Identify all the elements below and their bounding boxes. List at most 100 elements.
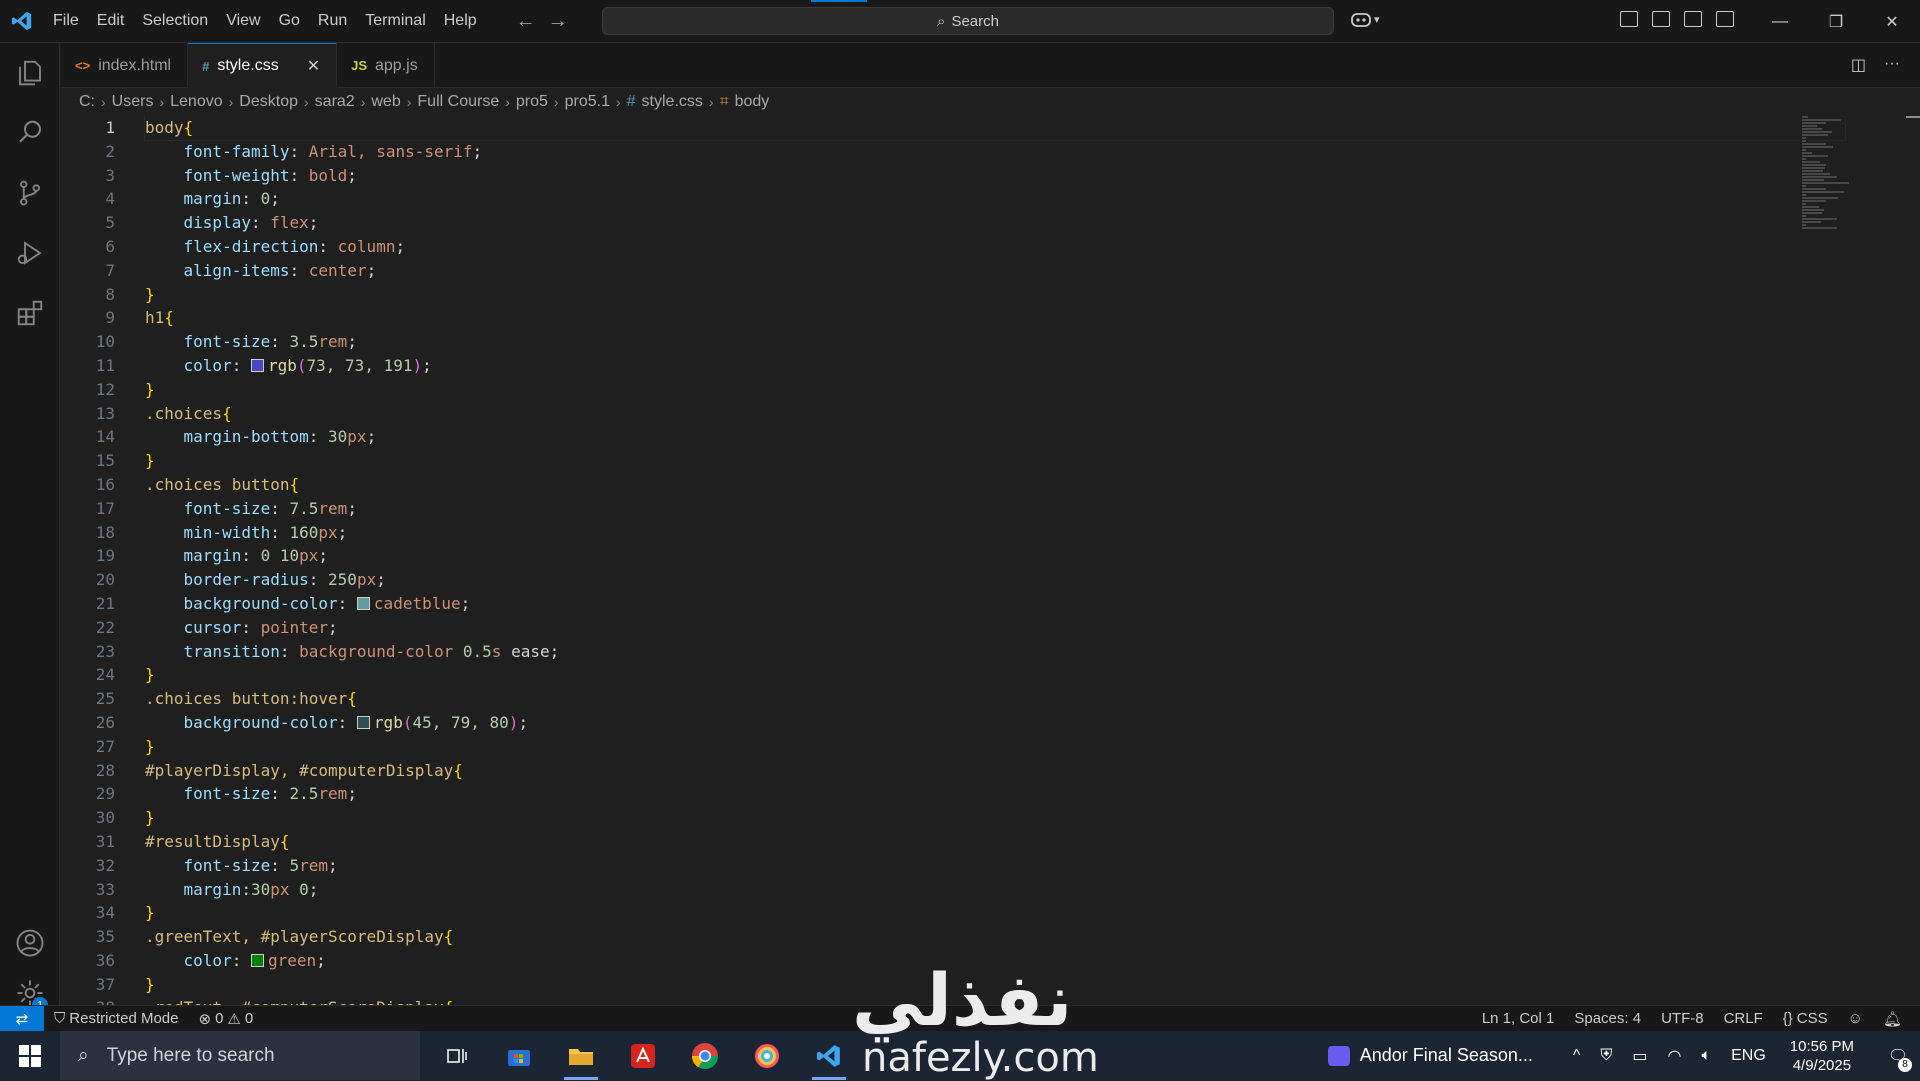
code-line[interactable]: background-color: cadetblue; bbox=[145, 592, 1845, 616]
taskbar-search-box[interactable]: ⌕ Type here to search bbox=[60, 1031, 420, 1080]
restricted-mode-indicator[interactable]: ⛉ Restricted Mode bbox=[44, 1010, 188, 1027]
code-line[interactable]: margin: 0; bbox=[145, 187, 1845, 211]
command-center-search[interactable]: ⌕ Search bbox=[602, 7, 1334, 35]
code-line[interactable]: #playerDisplay, #computerDisplay{ bbox=[145, 759, 1845, 783]
code-line[interactable]: margin-bottom: 30px; bbox=[145, 425, 1845, 449]
show-hidden-icons-chevron-icon[interactable]: ^ bbox=[1563, 1047, 1591, 1065]
code-line[interactable]: cursor: pointer; bbox=[145, 616, 1845, 640]
notifications-center-icon[interactable]: 🗨︎ 8 bbox=[1876, 1046, 1920, 1072]
explorer-icon[interactable] bbox=[0, 43, 60, 103]
close-tab-icon[interactable]: ✕ bbox=[307, 56, 320, 76]
media-widget[interactable]: Andor Final Season... bbox=[1327, 1045, 1533, 1066]
encoding[interactable]: UTF-8 bbox=[1651, 1010, 1714, 1028]
code-line[interactable]: flex-direction: column; bbox=[145, 235, 1845, 259]
breadcrumb-item[interactable]: web bbox=[371, 93, 400, 111]
code-line[interactable]: display: flex; bbox=[145, 211, 1845, 235]
menu-run[interactable]: Run bbox=[309, 12, 356, 30]
menu-help[interactable]: Help bbox=[435, 12, 486, 30]
color-swatch[interactable] bbox=[356, 715, 370, 729]
copilot-status-icon[interactable]: ☺ bbox=[1838, 1010, 1873, 1028]
code-line[interactable]: font-size: 3.5rem; bbox=[145, 330, 1845, 354]
run-debug-icon[interactable] bbox=[0, 223, 60, 283]
breadcrumb-item[interactable]: sara2 bbox=[315, 93, 355, 111]
close-window-button[interactable]: ✕ bbox=[1864, 0, 1920, 43]
taskbar-clock[interactable]: 10:56 PM 4/9/2025 bbox=[1790, 1037, 1854, 1075]
file-explorer-icon[interactable] bbox=[550, 1031, 612, 1080]
code-line[interactable]: #resultDisplay{ bbox=[145, 830, 1845, 854]
tab-app-js[interactable]: JS app.js bbox=[337, 43, 435, 88]
restore-button[interactable]: ❐ bbox=[1808, 0, 1864, 43]
code-line[interactable]: .choices button{ bbox=[145, 473, 1845, 497]
tab-index-html[interactable]: <> index.html bbox=[61, 43, 189, 88]
code-line[interactable]: min-width: 160px; bbox=[145, 521, 1845, 545]
more-actions-icon[interactable]: ··· bbox=[1884, 55, 1900, 75]
vscode-taskbar-icon[interactable] bbox=[798, 1031, 860, 1080]
code-line[interactable]: body{ bbox=[144, 116, 1846, 141]
volume-icon[interactable]: 🔈︎ bbox=[1692, 1047, 1722, 1065]
code-content[interactable]: body{ font-family: Arial, sans-serif; fo… bbox=[144, 116, 1846, 1005]
acrobat-icon[interactable] bbox=[612, 1031, 674, 1080]
minimize-button[interactable]: — bbox=[1752, 0, 1808, 43]
minimap[interactable] bbox=[1802, 116, 1850, 229]
breadcrumb-item[interactable]: pro5.1 bbox=[565, 93, 610, 111]
code-line[interactable]: h1{ bbox=[145, 306, 1845, 330]
code-line[interactable]: } bbox=[145, 806, 1845, 830]
language-mode[interactable]: {} CSS bbox=[1773, 1010, 1838, 1028]
menu-selection[interactable]: Selection bbox=[133, 12, 217, 30]
problems-indicator[interactable]: ⊗ 0 ⚠ 0 bbox=[188, 1010, 263, 1028]
photos-icon[interactable] bbox=[736, 1031, 798, 1080]
code-line[interactable]: margin:30px 0; bbox=[145, 878, 1845, 902]
code-line[interactable]: font-weight: bold; bbox=[145, 164, 1845, 188]
menu-file[interactable]: File bbox=[44, 12, 88, 30]
notifications-bell-icon[interactable]: 🔔︎ bbox=[1873, 1010, 1912, 1028]
color-swatch[interactable] bbox=[250, 358, 264, 372]
code-line[interactable]: } bbox=[145, 735, 1845, 759]
back-arrow-icon[interactable]: ← bbox=[516, 10, 536, 33]
code-line[interactable]: background-color: rgb(45, 79, 80); bbox=[145, 711, 1845, 735]
code-line[interactable]: } bbox=[145, 378, 1845, 402]
menu-edit[interactable]: Edit bbox=[88, 12, 134, 30]
breadcrumb-item[interactable]: pro5 bbox=[516, 93, 548, 111]
code-line[interactable]: .greenText, #playerScoreDisplay{ bbox=[145, 925, 1845, 949]
toggle-secondary-sidebar-icon[interactable] bbox=[1716, 11, 1734, 27]
breadcrumb-item[interactable]: Full Course bbox=[417, 93, 499, 111]
breadcrumb-item[interactable]: body bbox=[735, 93, 770, 111]
code-line[interactable]: align-items: center; bbox=[145, 259, 1845, 283]
menu-go[interactable]: Go bbox=[270, 12, 309, 30]
breadcrumb-item[interactable]: C: bbox=[79, 93, 95, 111]
code-line[interactable]: border-radius: 250px; bbox=[145, 568, 1845, 592]
code-line[interactable]: } bbox=[145, 901, 1845, 925]
color-swatch[interactable] bbox=[250, 953, 264, 967]
remote-indicator-icon[interactable]: ⇄ bbox=[0, 1005, 44, 1032]
code-line[interactable]: margin: 0 10px; bbox=[145, 544, 1845, 568]
breadcrumb-item[interactable]: Lenovo bbox=[170, 93, 223, 111]
search-sidebar-icon[interactable] bbox=[0, 103, 60, 163]
code-line[interactable]: } bbox=[145, 283, 1845, 307]
cursor-position[interactable]: Ln 1, Col 1 bbox=[1472, 1010, 1565, 1028]
code-line[interactable]: color: rgb(73, 73, 191); bbox=[145, 354, 1845, 378]
code-line[interactable]: font-size: 7.5rem; bbox=[145, 497, 1845, 521]
scrollbar-marker[interactable] bbox=[1906, 116, 1920, 118]
copilot-icon[interactable]: ▾ bbox=[1350, 10, 1380, 28]
menu-terminal[interactable]: Terminal bbox=[356, 12, 434, 30]
wifi-icon[interactable]: ◠ bbox=[1658, 1046, 1692, 1066]
breadcrumb-item[interactable]: Users bbox=[112, 93, 154, 111]
chrome-icon[interactable] bbox=[674, 1031, 736, 1080]
split-editor-icon[interactable]: ◫ bbox=[1851, 55, 1866, 75]
code-line[interactable]: .choices button:hover{ bbox=[145, 687, 1845, 711]
security-icon[interactable]: ⛨ bbox=[1590, 1047, 1622, 1065]
code-line[interactable]: } bbox=[145, 449, 1845, 473]
breadcrumb-item[interactable]: Desktop bbox=[239, 93, 298, 111]
indentation[interactable]: Spaces: 4 bbox=[1564, 1010, 1651, 1028]
microsoft-store-icon[interactable] bbox=[488, 1031, 550, 1080]
toggle-primary-sidebar-icon[interactable] bbox=[1652, 11, 1670, 27]
task-view-icon[interactable] bbox=[426, 1031, 488, 1080]
battery-icon[interactable]: ▭ bbox=[1622, 1046, 1657, 1066]
input-language[interactable]: ENG bbox=[1721, 1047, 1776, 1065]
source-control-icon[interactable] bbox=[0, 163, 60, 223]
color-swatch[interactable] bbox=[356, 596, 370, 610]
code-editor[interactable]: 1 2 3 4 5 6 7 8 9 10 11 12 13 14 15 16 17 18 19 20 21 22 23 24 2… bbox=[61, 116, 1920, 1005]
tab-style-css[interactable]: # style.css ✕ bbox=[188, 43, 338, 88]
code-line[interactable]: font-size: 2.5rem; bbox=[145, 782, 1845, 806]
forward-arrow-icon[interactable]: → bbox=[548, 10, 568, 33]
